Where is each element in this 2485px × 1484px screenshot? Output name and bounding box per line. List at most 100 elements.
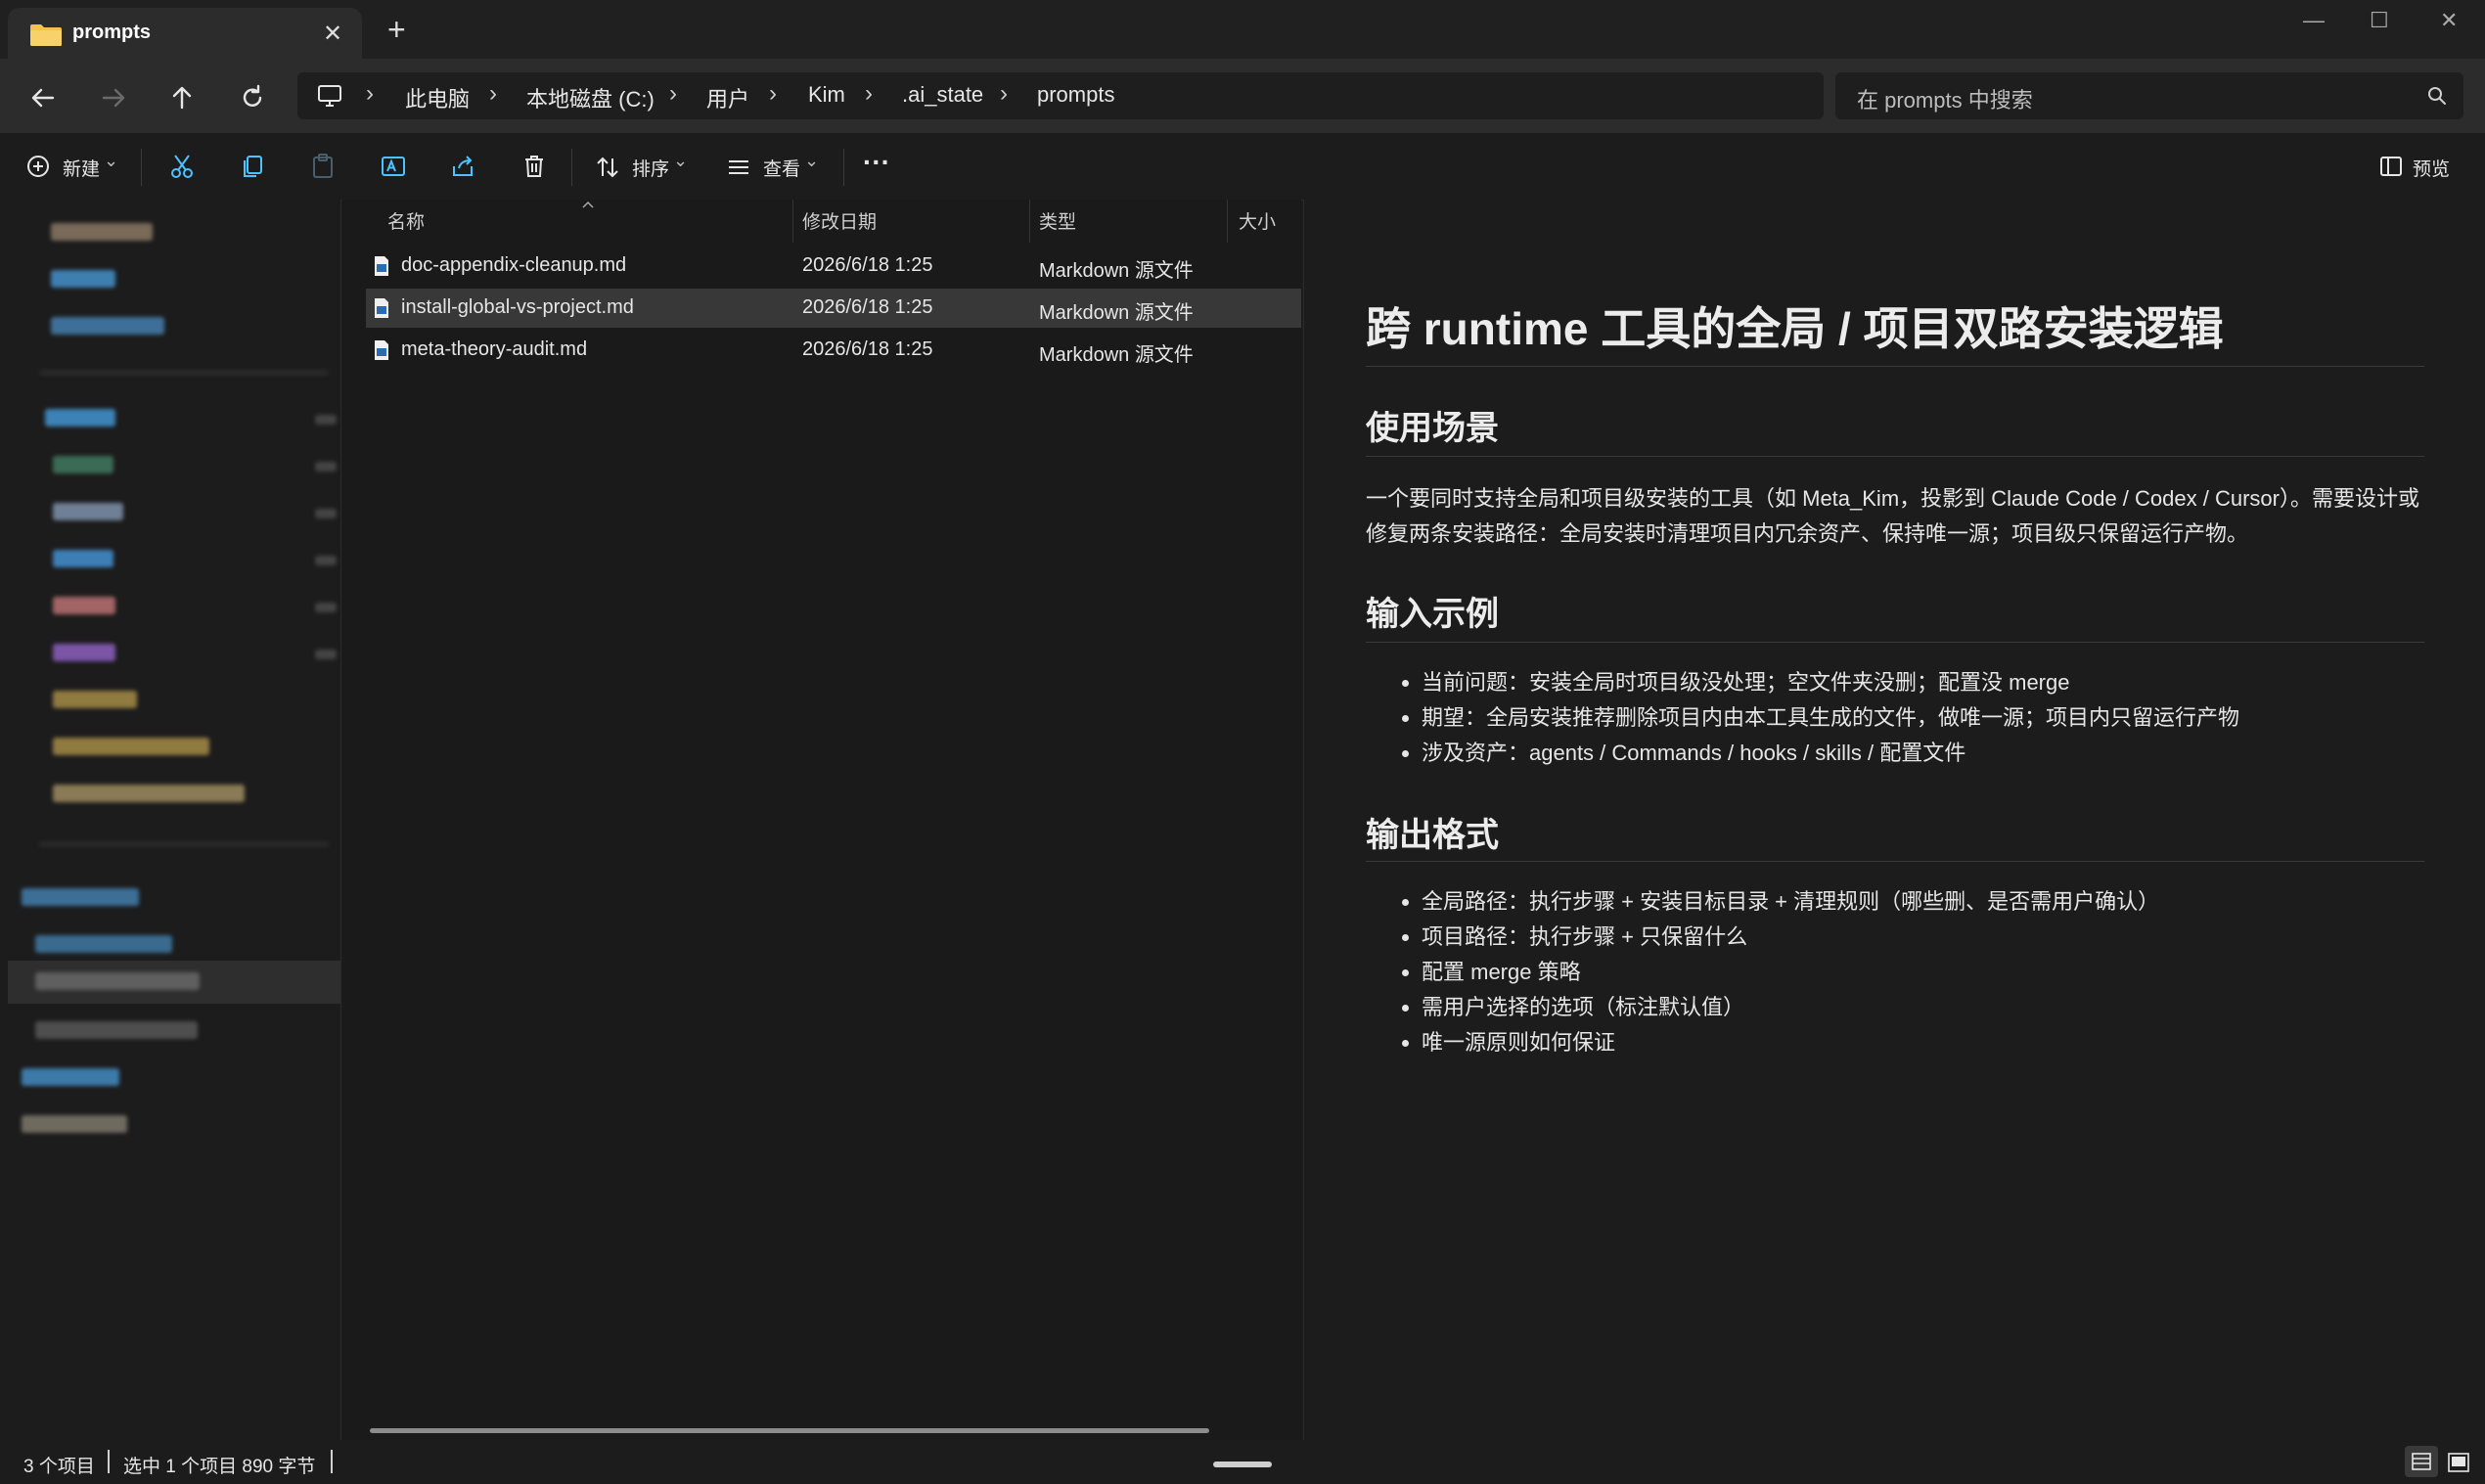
sidebar-item[interactable] (22, 1068, 119, 1086)
pin-icon[interactable] (315, 509, 337, 518)
breadcrumb-separator[interactable]: › (489, 80, 497, 108)
details-view-toggle[interactable] (2405, 1446, 2438, 1477)
resize-handle[interactable] (1213, 1462, 1272, 1467)
more-options-button[interactable]: ··· (863, 147, 890, 178)
sidebar-item[interactable] (45, 409, 115, 427)
list-item: 涉及资产：agents / Commands / hooks / skills … (1422, 736, 2239, 771)
breadcrumb-kim[interactable]: Kim (808, 82, 845, 108)
view-button[interactable]: 查看 (763, 155, 800, 181)
preview-pane-icon[interactable] (2379, 156, 2403, 177)
sidebar-item[interactable] (53, 644, 115, 661)
sidebar-item[interactable] (35, 972, 200, 990)
column-header-modified[interactable]: 修改日期 (802, 207, 877, 234)
file-modified: 2026/6/18 1:25 (802, 254, 933, 276)
breadcrumb-separator[interactable]: › (769, 80, 777, 108)
minimize-button[interactable]: — (2303, 8, 2325, 33)
breadcrumb-separator[interactable]: › (865, 80, 873, 108)
section-heading: 输出格式 (1366, 817, 1499, 854)
markdown-file-icon (375, 298, 388, 318)
share-icon[interactable] (450, 153, 477, 180)
sidebar-item[interactable] (53, 503, 123, 520)
file-row[interactable]: doc-appendix-cleanup.md 2026/6/18 1:25 M… (366, 247, 1301, 286)
breadcrumb-ai-state[interactable]: .ai_state (902, 82, 983, 108)
chevron-down-icon[interactable]: ⌄ (804, 151, 819, 171)
sidebar-item[interactable] (53, 738, 209, 755)
sidebar-item[interactable] (53, 691, 137, 708)
sidebar-item[interactable] (53, 597, 115, 614)
preview-button[interactable]: 预览 (2413, 155, 2450, 181)
sidebar-item[interactable] (53, 456, 113, 473)
plus-circle-icon[interactable] (25, 154, 51, 179)
section-heading: 输入示例 (1366, 596, 1499, 633)
sidebar-item[interactable] (35, 935, 172, 953)
section-paragraph: 一个要同时支持全局和项目级安装的工具（如 Meta_Kim，投影到 Claude… (1366, 486, 2419, 546)
tab-prompts[interactable]: prompts ✕ (8, 8, 362, 59)
monitor-icon[interactable] (317, 84, 342, 108)
copy-icon[interactable] (239, 153, 266, 180)
sidebar-item[interactable] (51, 270, 115, 288)
column-header-size[interactable]: 大小 (1239, 207, 1276, 234)
back-arrow-icon[interactable] (23, 78, 63, 117)
column-header-name[interactable]: 名称 (387, 207, 425, 234)
breadcrumb-users[interactable]: 用户 (706, 82, 749, 113)
file-row-selected[interactable]: install-global-vs-project.md 2026/6/18 1… (366, 289, 1301, 328)
delete-icon[interactable] (520, 153, 548, 180)
pin-icon[interactable] (315, 462, 337, 472)
sort-icon[interactable] (595, 155, 620, 180)
file-row[interactable]: meta-theory-audit.md 2026/6/18 1:25 Mark… (366, 331, 1301, 370)
sidebar-item[interactable] (53, 550, 113, 567)
column-divider[interactable] (1029, 200, 1030, 243)
search-placeholder[interactable]: 在 prompts 中搜索 (1857, 83, 2033, 114)
breadcrumb[interactable]: › 此电脑 › 本地磁盘 (C:) › 用户 › Kim › .ai_state… (297, 72, 1824, 119)
rename-icon[interactable] (380, 153, 407, 180)
forward-arrow-icon[interactable] (94, 78, 133, 117)
search-icon[interactable] (2426, 85, 2448, 107)
navigation-pane[interactable] (0, 200, 341, 1440)
list-item: 当前问题：安装全局时项目级没处理；空文件夹没删；配置没 merge (1422, 665, 2239, 700)
breadcrumb-separator[interactable]: › (669, 80, 677, 108)
cut-icon[interactable] (168, 153, 196, 180)
selection-info: 选中 1 个项目 890 字节 (123, 1457, 316, 1477)
pin-icon[interactable] (315, 603, 337, 612)
view-icon[interactable] (726, 155, 751, 180)
horizontal-scrollbar[interactable] (370, 1428, 1209, 1433)
chevron-down-icon[interactable]: ⌄ (104, 151, 118, 171)
tab-close-button[interactable]: ✕ (323, 20, 342, 48)
close-window-button[interactable]: ✕ (2440, 8, 2458, 33)
sidebar-item[interactable] (51, 223, 153, 241)
column-header-type[interactable]: 类型 (1039, 207, 1076, 234)
large-icons-view-icon[interactable] (2446, 1450, 2471, 1475)
heading-rule (1366, 642, 2424, 643)
sort-button[interactable]: 排序 (632, 155, 669, 181)
up-arrow-icon[interactable] (162, 78, 202, 117)
breadcrumb-this-pc[interactable]: 此电脑 (405, 82, 470, 113)
column-divider[interactable] (1227, 200, 1228, 243)
pin-icon[interactable] (315, 556, 337, 565)
file-name[interactable]: meta-theory-audit.md (401, 338, 587, 361)
sidebar-item[interactable] (35, 1021, 198, 1039)
pin-icon[interactable] (315, 650, 337, 659)
new-button[interactable]: 新建 (63, 155, 100, 181)
breadcrumb-local-disk[interactable]: 本地磁盘 (C:) (526, 82, 655, 113)
sidebar-item[interactable] (22, 888, 139, 906)
paste-icon[interactable] (309, 153, 337, 180)
sidebar-item[interactable] (51, 317, 164, 335)
toolbar-divider (571, 149, 572, 186)
list-item: 全局路径：执行步骤 + 安装目标目录 + 清理规则（哪些删、是否需用户确认） (1422, 884, 2159, 920)
breadcrumb-prompts[interactable]: prompts (1037, 82, 1114, 108)
file-name[interactable]: install-global-vs-project.md (401, 296, 634, 319)
search-box[interactable]: 在 prompts 中搜索 (1835, 72, 2463, 119)
sidebar-item[interactable] (53, 785, 245, 802)
breadcrumb-separator[interactable]: › (366, 80, 374, 108)
sidebar-item[interactable] (22, 1115, 127, 1133)
file-name[interactable]: doc-appendix-cleanup.md (401, 254, 626, 277)
new-tab-button[interactable]: + (387, 14, 406, 45)
chevron-down-icon[interactable]: ⌄ (673, 151, 688, 171)
preview-title: 跨 runtime 工具的全局 / 项目双路安装逻辑 (1366, 303, 2224, 354)
refresh-icon[interactable] (233, 78, 272, 117)
file-list[interactable]: 名称 修改日期 类型 大小 doc-appendix-cleanup.md 20… (342, 200, 1301, 1440)
breadcrumb-separator[interactable]: › (1000, 80, 1008, 108)
pin-icon[interactable] (315, 415, 337, 425)
maximize-button[interactable]: ☐ (2370, 8, 2389, 33)
column-divider[interactable] (792, 200, 793, 243)
